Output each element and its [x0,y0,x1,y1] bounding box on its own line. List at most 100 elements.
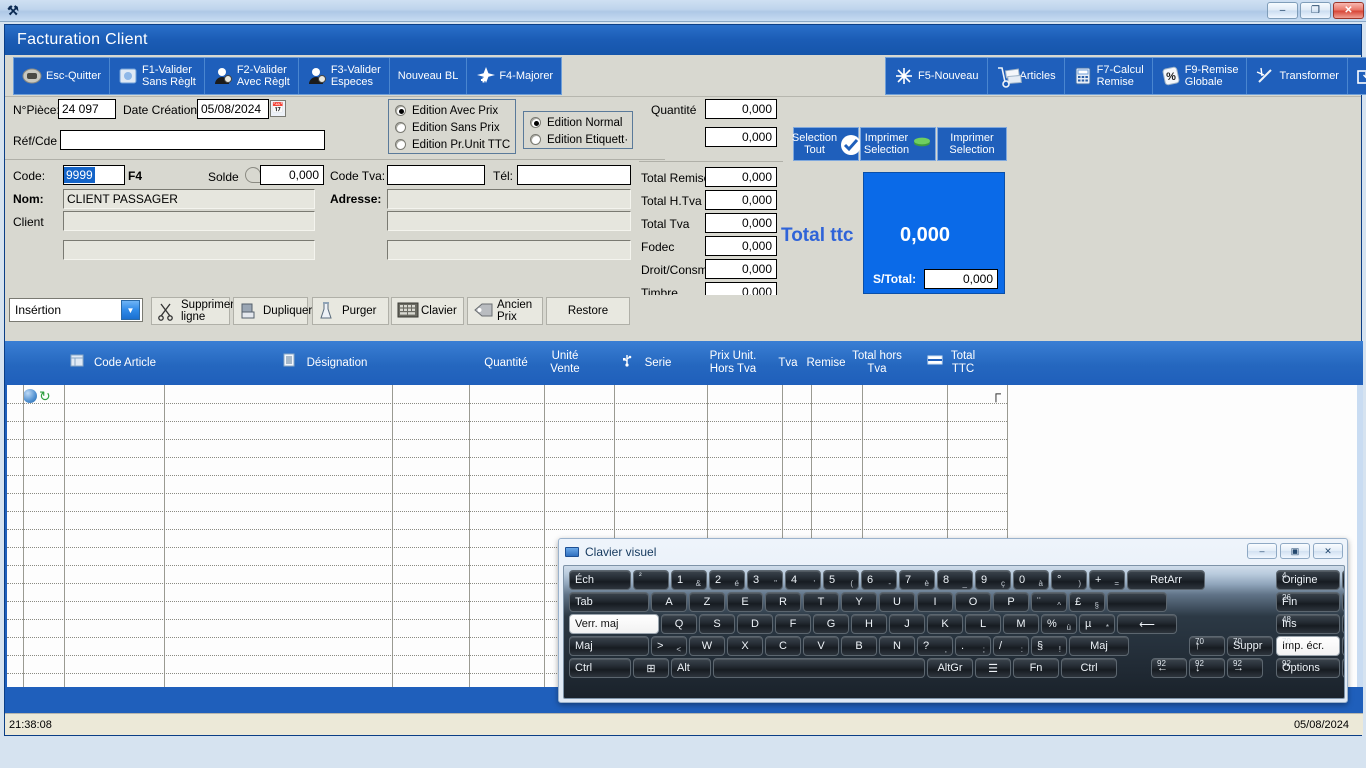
adresse-line1-input[interactable] [387,189,631,209]
key-1[interactable]: 1& [671,570,707,590]
key-y[interactable]: Y [841,592,877,612]
toolbar-button-f4-majorer[interactable]: F4-Majorer [467,58,561,94]
radio-button[interactable] [530,134,541,145]
key-3[interactable]: 3" [747,570,783,590]
print-button-imprimer-selection[interactable]: ImprimerSelection [860,127,936,161]
clavier-minimize-button[interactable]: – [1247,543,1277,559]
edition-prix-option-2[interactable]: Edition Pr.Unit TTC [389,136,515,153]
key-[interactable]: %ù [1041,614,1077,634]
adresse-line3-input[interactable] [387,240,631,260]
key-pause[interactable]: 48Pause [1342,614,1345,634]
toolbar-button-f3-valider-especes[interactable]: F3-ValiderEspeces [299,58,390,94]
key-[interactable]: ?, [917,636,953,656]
key-m[interactable]: M [1003,614,1039,634]
key-i[interactable]: I [917,592,953,612]
total-value-4[interactable] [705,259,777,279]
grid-header-tva[interactable]: Tva [772,341,804,385]
key-7[interactable]: 7è [899,570,935,590]
grid-header-prix-unit-hors-tva[interactable]: Prix Unit.Hors Tva [697,341,769,385]
code-tva-input[interactable] [387,165,485,185]
key-u[interactable]: U [879,592,915,612]
key-b[interactable]: B [841,636,877,656]
mode-select[interactable]: Insértion ▼ [9,298,143,322]
client-line2-input[interactable] [63,211,315,231]
key-[interactable]: .; [955,636,991,656]
key-w[interactable]: W [689,636,725,656]
key-[interactable]: ⊞ [633,658,669,678]
tel-input[interactable] [517,165,631,185]
toolbar-button-nouveau-bl[interactable]: Nouveau BL [390,58,468,94]
chevron-down-icon[interactable]: ▼ [121,300,140,320]
code-input[interactable]: 9999 [63,165,125,185]
key-space[interactable]: ² [633,570,669,590]
nom-input[interactable]: CLIENT PASSAGER [63,189,315,209]
key-c[interactable]: C [765,636,801,656]
key-h[interactable]: H [851,614,887,634]
key-[interactable]: £§ [1069,592,1105,612]
key-alt[interactable]: Alt [671,658,711,678]
toolbar-button-f1-valider-sans-reglt[interactable]: F1-ValiderSans Règlt [110,58,205,94]
key-g[interactable]: G [813,614,849,634]
key-[interactable]: °) [1051,570,1087,590]
edition-mode-option-0[interactable]: Edition Normal [524,114,632,131]
action-button-supprimer-ligne[interactable]: Supprimerligne [151,297,230,325]
restore-button[interactable]: ❐ [1300,2,1331,19]
key-2[interactable]: 2é [709,570,745,590]
key-8[interactable]: 8_ [937,570,973,590]
calendar-icon[interactable]: 📅 [270,100,286,117]
key-fin[interactable]: 26Fin [1276,592,1340,612]
key-imp-cr[interactable]: 70Imp. écr. [1276,636,1340,656]
grid-header-remise[interactable]: Remise [804,341,848,385]
print-button-selection-tout[interactable]: SelectionTout [793,127,859,161]
grid-header-total-ttc[interactable]: TotalTTC [917,341,985,385]
key-v[interactable]: V [803,636,839,656]
key-0[interactable]: 0à [1013,570,1049,590]
key-maj[interactable]: Maj [1069,636,1129,656]
clavier-restore-button[interactable]: ▣ [1280,543,1310,559]
key-4[interactable]: 4' [785,570,821,590]
total-value-0[interactable] [705,167,777,187]
key-d[interactable]: D [737,614,773,634]
total-value-2[interactable] [705,213,777,233]
key-options[interactable]: 92Options [1276,658,1340,678]
key-ch[interactable]: Éch [569,570,631,590]
action-button-clavier[interactable]: Clavier [391,297,464,325]
key-[interactable]: ⟵ [1117,614,1177,634]
key-ctrl[interactable]: Ctrl [1061,658,1117,678]
clavier-window-controls[interactable]: – ▣ ✕ [1247,543,1343,559]
key-[interactable]: 70↑ [1189,636,1225,656]
toolbar-button-f5-nouveau[interactable]: F5-Nouveau [886,58,988,94]
key-n[interactable]: N [879,636,915,656]
key-arr-t-d-fil[interactable]: 70Arrêt défil [1342,636,1345,656]
radio-button[interactable] [395,122,406,133]
toolbar-button-transformer[interactable]: Transformer [1247,58,1348,94]
total-value-1[interactable] [705,190,777,210]
key-pg-suiv[interactable]: 26Pg suiv. [1342,592,1345,612]
action-button-purger[interactable]: Purger [312,297,389,325]
adresse-line2-input[interactable] [387,211,631,231]
toolbar-button-caisse[interactable]: Caisse [1348,58,1366,94]
grid-header-serie[interactable]: Serie [611,341,681,385]
grid-header-total-hors-tva[interactable]: Total horsTva [845,341,909,385]
key-k[interactable]: K [927,614,963,634]
key-[interactable]: ¨^ [1031,592,1067,612]
key-tab[interactable]: Tab [569,592,649,612]
key-[interactable]: /: [993,636,1029,656]
grid-header-designation[interactable]: Désignation [260,341,390,385]
key-o[interactable]: O [955,592,991,612]
toolbar-button-f7-calcul-remise[interactable]: F7-CalculRemise [1065,58,1153,94]
radio-button[interactable] [395,105,406,116]
radio-button[interactable] [395,139,406,150]
edition-prix-option-1[interactable]: Edition Sans Prix [389,119,515,136]
key-[interactable]: 92↓ [1189,658,1225,678]
key-a[interactable]: A [651,592,687,612]
key-aide[interactable]: 92Aide [1342,658,1345,678]
action-button-restore[interactable]: Restore [546,297,630,325]
toolbar-button-esc-quitter[interactable]: Esc-Quitter [14,58,110,94]
key-q[interactable]: Q [661,614,697,634]
client-line3-input[interactable] [63,240,315,260]
key-verr-maj[interactable]: Verr. maj [569,614,659,634]
key-[interactable]: >< [651,636,687,656]
grid-header-quantite[interactable]: Quantité [470,341,542,385]
key-maj[interactable]: Maj [569,636,649,656]
